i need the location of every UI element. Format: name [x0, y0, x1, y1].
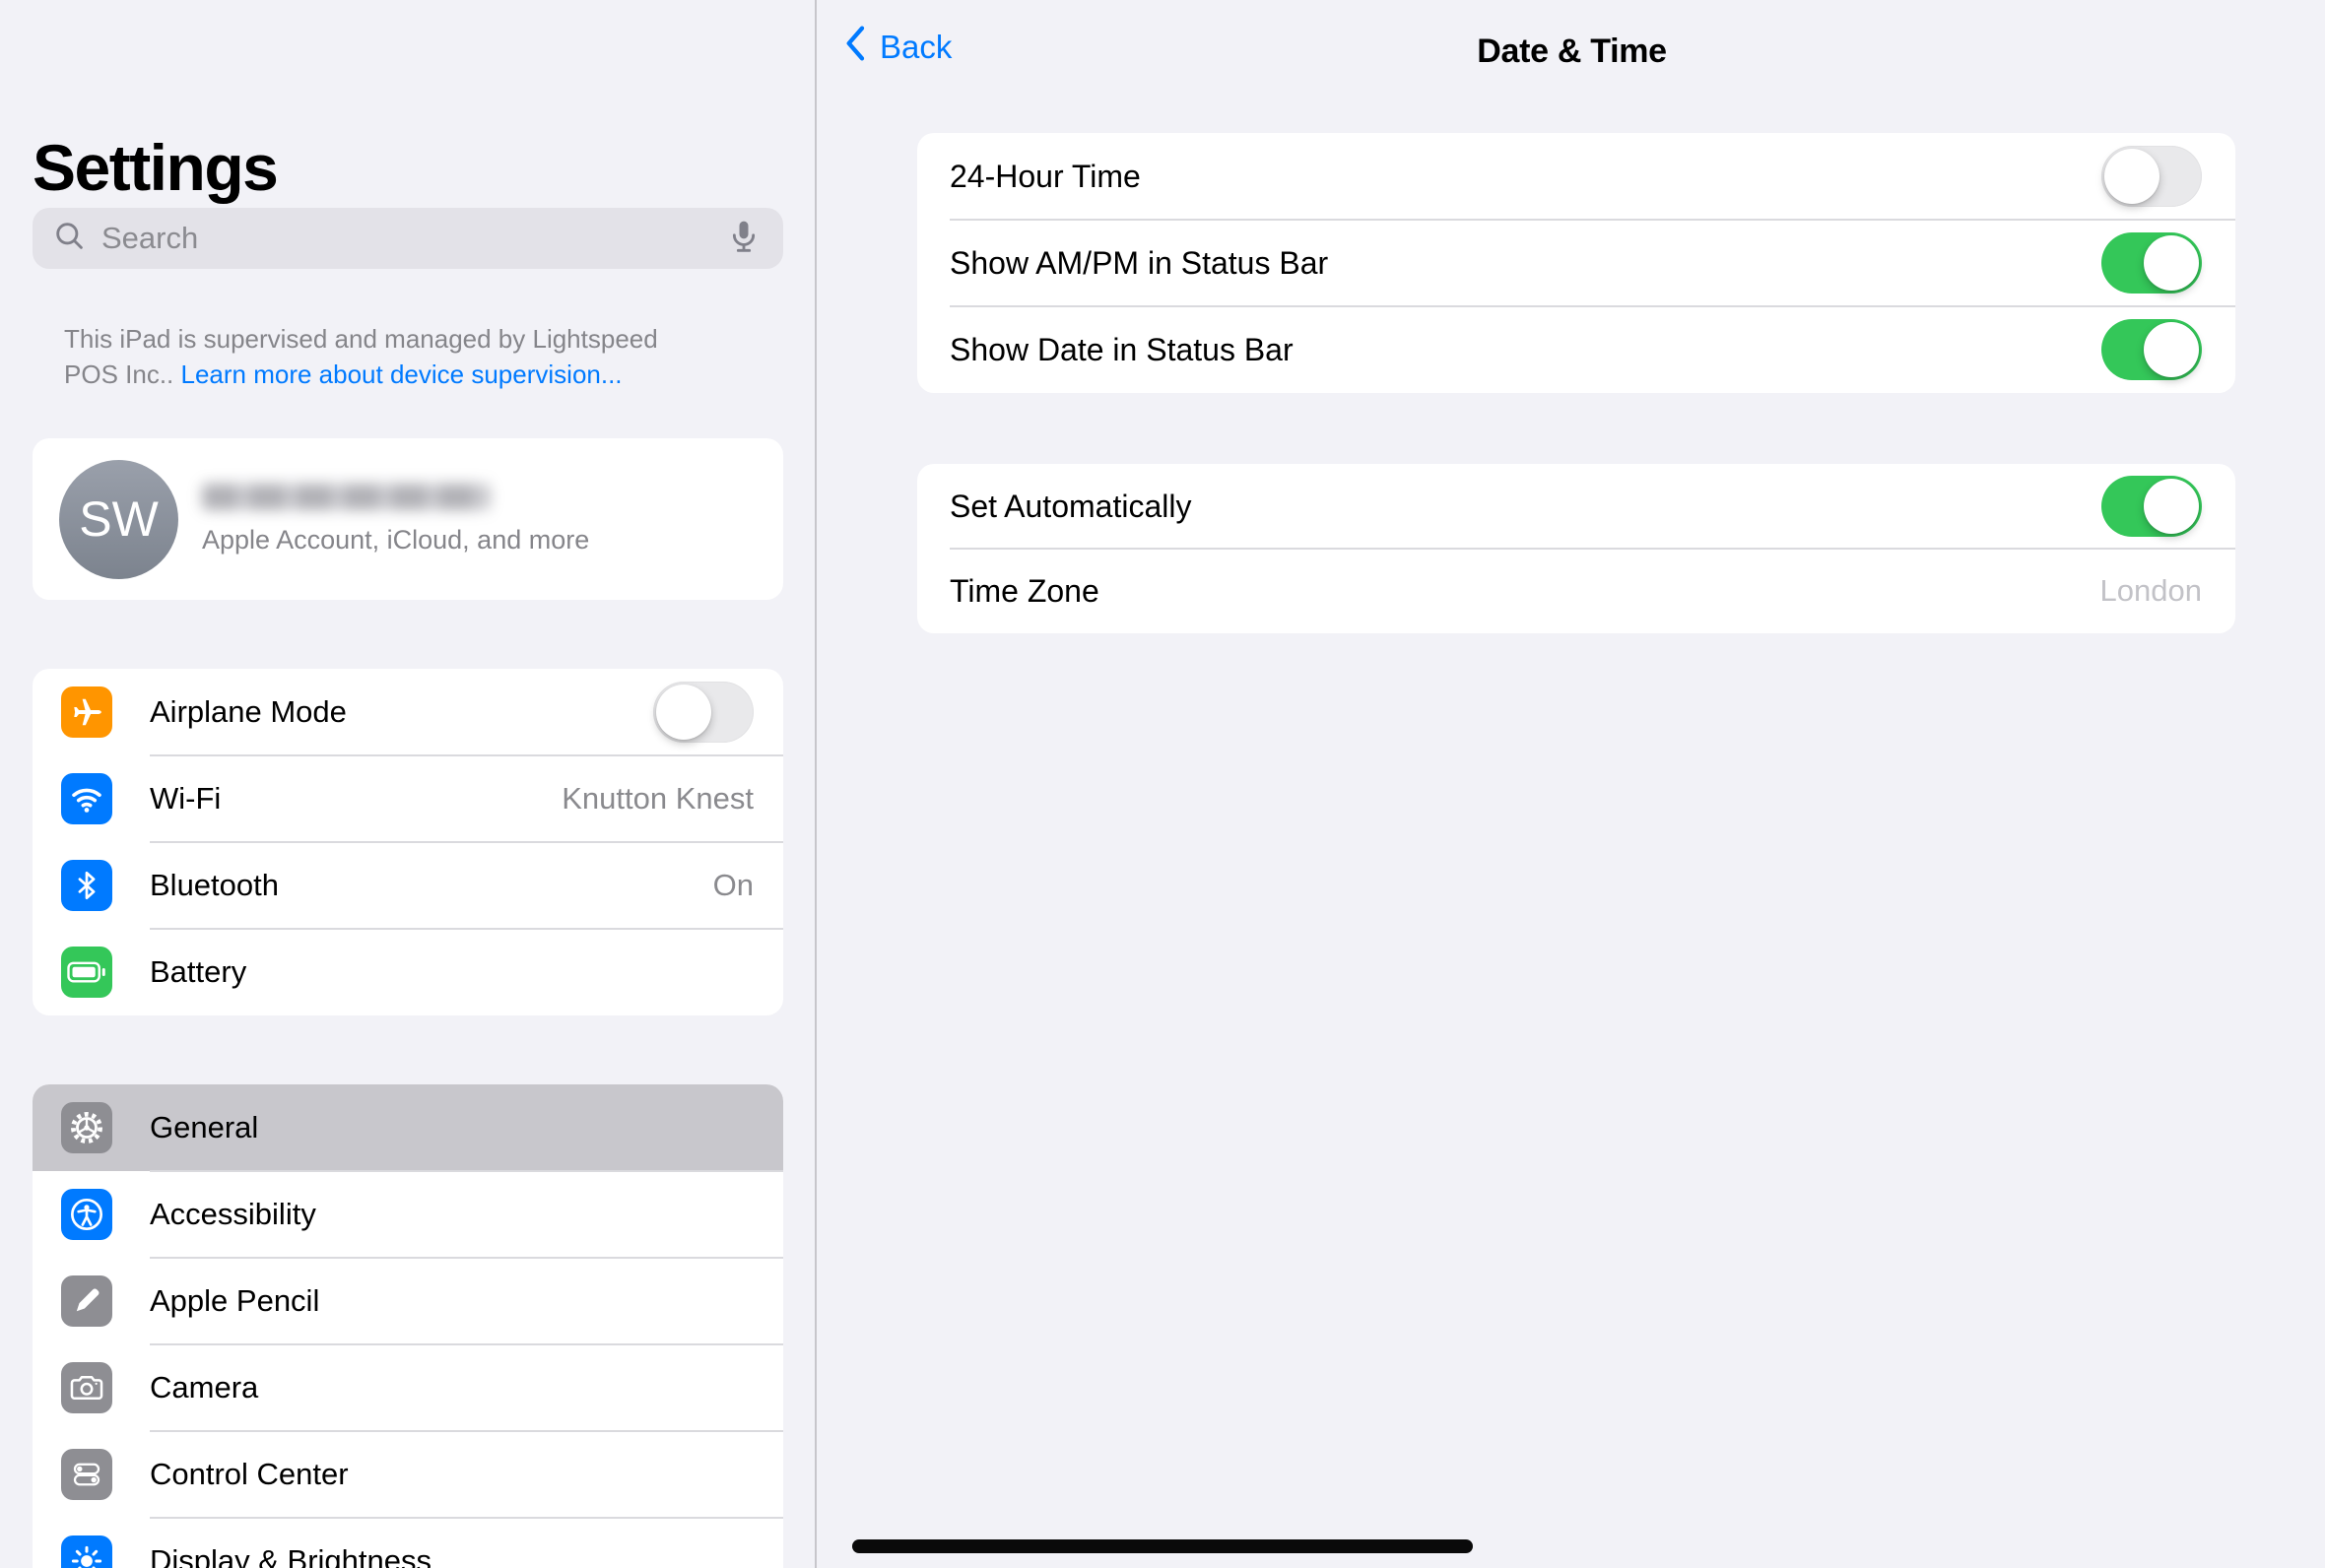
- brightness-icon: [61, 1535, 112, 1568]
- row-24-hour-time: 24-Hour Time: [917, 133, 2235, 220]
- page-title: Date & Time: [819, 33, 2325, 71]
- supervision-link[interactable]: Learn more about device supervision...: [181, 359, 623, 389]
- row-label: 24-Hour Time: [950, 159, 1141, 195]
- row-label: Bluetooth: [150, 868, 279, 903]
- row-label: Wi-Fi: [150, 781, 221, 817]
- row-label: Battery: [150, 954, 246, 990]
- sidebar-item-general[interactable]: General: [33, 1084, 783, 1171]
- search-icon: [52, 219, 88, 259]
- battery-icon: [61, 947, 112, 998]
- row-label: Apple Pencil: [150, 1283, 319, 1319]
- row-set-automatically: Set Automatically: [917, 464, 2235, 549]
- row-label: Camera: [150, 1370, 258, 1405]
- search-input[interactable]: [101, 221, 710, 256]
- sidebar-item-wifi[interactable]: Wi-Fi Knutton Knest: [33, 755, 783, 842]
- avatar[interactable]: SW: [59, 460, 178, 579]
- redacted-account-name: [202, 484, 490, 510]
- general-group: General Accessibility Apple Pencil: [33, 1084, 783, 1568]
- row-label: Display & Brightness: [150, 1543, 432, 1568]
- row-show-ampm: Show AM/PM in Status Bar: [917, 220, 2235, 306]
- bluetooth-status-value: On: [713, 868, 754, 903]
- row-label: Show Date in Status Bar: [950, 332, 1294, 368]
- row-time-zone[interactable]: Time Zone London: [917, 549, 2235, 633]
- sidebar-item-battery[interactable]: Battery: [33, 929, 783, 1015]
- sidebar-item-display-brightness[interactable]: Display & Brightness: [33, 1518, 783, 1568]
- gear-icon: [61, 1102, 112, 1153]
- time-zone-value: London: [2100, 573, 2202, 609]
- microphone-icon[interactable]: [724, 217, 764, 261]
- row-label: Control Center: [150, 1457, 349, 1492]
- set-automatically-toggle[interactable]: [2101, 476, 2202, 537]
- search-bar[interactable]: [33, 208, 783, 269]
- show-date-toggle[interactable]: [2101, 319, 2202, 380]
- settings-title: Settings: [33, 132, 277, 204]
- airplane-mode-toggle[interactable]: [653, 682, 754, 743]
- row-label: Time Zone: [950, 573, 1099, 610]
- show-ampm-toggle[interactable]: [2101, 232, 2202, 294]
- home-indicator[interactable]: [852, 1539, 1473, 1553]
- sidebar-item-accessibility[interactable]: Accessibility: [33, 1171, 783, 1258]
- sidebar-item-control-center[interactable]: Control Center: [33, 1431, 783, 1518]
- 24-hour-time-toggle[interactable]: [2101, 146, 2202, 207]
- wifi-icon: [61, 773, 112, 824]
- sidebar-item-airplane-mode[interactable]: Airplane Mode: [33, 669, 783, 755]
- wifi-network-value: Knutton Knest: [562, 781, 754, 817]
- camera-icon: [61, 1362, 112, 1413]
- control-center-icon: [61, 1449, 112, 1500]
- profile-subtitle: Apple Account, iCloud, and more: [202, 525, 589, 555]
- row-label: General: [150, 1110, 258, 1145]
- timezone-group: Set Automatically Time Zone London: [917, 464, 2235, 633]
- sidebar-item-bluetooth[interactable]: Bluetooth On: [33, 842, 783, 929]
- connectivity-group: Airplane Mode Wi-Fi Knutton Knest: [33, 669, 783, 1015]
- row-label: Set Automatically: [950, 489, 1191, 525]
- pencil-icon: [61, 1275, 112, 1327]
- bluetooth-icon: [61, 860, 112, 911]
- profile-text: Apple Account, iCloud, and more: [202, 484, 589, 555]
- row-label: Accessibility: [150, 1197, 316, 1232]
- date-time-pane: Back Date & Time 24-Hour Time Show AM/PM…: [819, 0, 2325, 1568]
- settings-sidebar: Settings This iPad is supervised and man…: [0, 0, 817, 1568]
- accessibility-icon: [61, 1189, 112, 1240]
- time-format-group: 24-Hour Time Show AM/PM in Status Bar Sh…: [917, 133, 2235, 393]
- apple-account-card[interactable]: SW Apple Account, iCloud, and more: [33, 438, 783, 600]
- row-label: Airplane Mode: [150, 694, 347, 730]
- row-label: Show AM/PM in Status Bar: [950, 245, 1328, 282]
- sidebar-item-camera[interactable]: Camera: [33, 1344, 783, 1431]
- sidebar-item-apple-pencil[interactable]: Apple Pencil: [33, 1258, 783, 1344]
- airplane-icon: [61, 686, 112, 738]
- row-show-date: Show Date in Status Bar: [917, 306, 2235, 393]
- supervision-note: This iPad is supervised and managed by L…: [64, 321, 702, 392]
